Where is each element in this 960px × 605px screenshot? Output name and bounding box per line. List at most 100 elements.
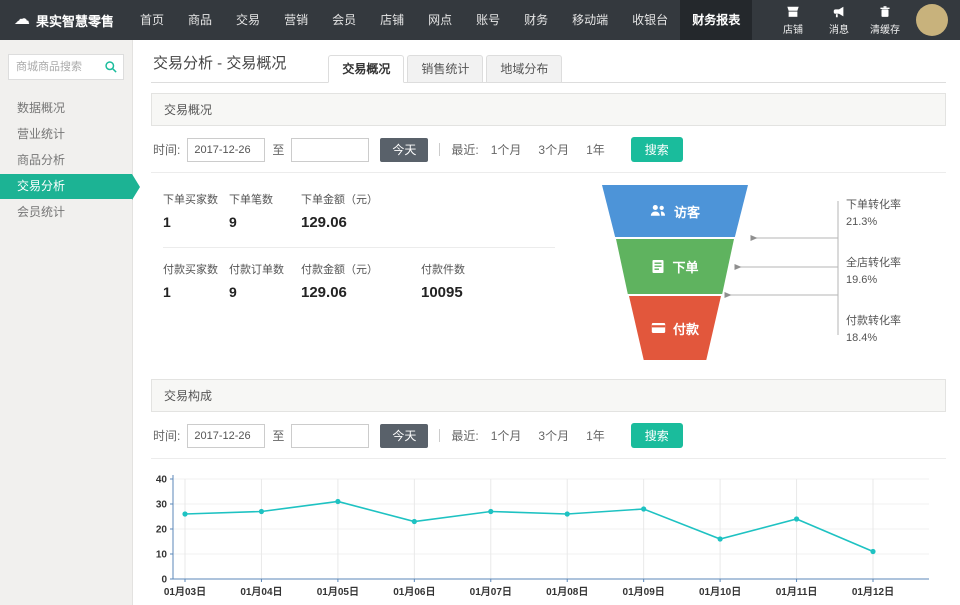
nav-item-finance-report[interactable]: 财务报表: [680, 0, 752, 40]
clear-cache-action-label: 清缓存: [870, 21, 900, 36]
stats-block: 下单买家数 1 下单笔数 9 下单金额（元） 129.06: [163, 185, 555, 363]
composition-filter-row: 时间: 至 今天 最近: 1个月 3个月 1年 搜索: [151, 412, 946, 459]
today-button[interactable]: 今天: [380, 424, 428, 448]
nav-item-goods[interactable]: 商品: [176, 0, 224, 40]
stat-pay-items: 付款件数 10095: [421, 261, 517, 301]
payment-stats-row: 付款买家数 1 付款订单数 9 付款金额（元） 129.06 付款件数: [163, 247, 555, 317]
nav-item-trade[interactable]: 交易: [224, 0, 272, 40]
stat-order-buyers: 下单买家数 1: [163, 191, 229, 231]
stat-pay-amount: 付款金额（元） 129.06: [301, 261, 421, 301]
svg-text:01月08日: 01月08日: [546, 586, 588, 598]
stat-order-amount: 下单金额（元） 129.06: [301, 191, 421, 231]
date-from-input[interactable]: [187, 138, 265, 162]
svg-text:01月04日: 01月04日: [240, 586, 282, 598]
overview-panel-header: 交易概况: [151, 93, 946, 126]
range-1-month[interactable]: 1个月: [491, 141, 522, 158]
clear-cache-icon: [878, 5, 892, 19]
nav-item-cashier[interactable]: 收银台: [620, 0, 680, 40]
date-from-input[interactable]: [187, 424, 265, 448]
filter-divider: [439, 429, 440, 442]
brand-logo[interactable]: ☁ 果实智慧零售: [0, 0, 128, 40]
tab-trade-overview[interactable]: 交易概况: [328, 55, 404, 83]
nav-item-members[interactable]: 会员: [320, 0, 368, 40]
megaphone-icon: [832, 5, 846, 19]
sidebar-item-member-stats[interactable]: 会员统计: [0, 200, 132, 225]
recent-label: 最近:: [451, 427, 478, 444]
shop-icon: [786, 5, 800, 19]
range-3-months[interactable]: 3个月: [538, 427, 569, 444]
svg-text:01月05日: 01月05日: [317, 586, 359, 598]
message-action-label: 消息: [829, 21, 849, 36]
svg-text:10: 10: [156, 550, 168, 561]
svg-text:01月07日: 01月07日: [470, 586, 512, 598]
stat-order-count: 下单笔数 9: [229, 191, 301, 231]
composition-panel-title: 交易构成: [164, 389, 212, 403]
page-header: 交易分析 - 交易概况 交易概况 销售统计 地域分布: [151, 40, 946, 83]
store-action[interactable]: 店铺: [770, 0, 816, 40]
nav-item-finance[interactable]: 财务: [512, 0, 560, 40]
conversion-pay-rate: 付款转化率 18.4%: [846, 313, 901, 346]
nav-item-shop[interactable]: 店铺: [368, 0, 416, 40]
store-action-label: 店铺: [783, 21, 803, 36]
cloud-logo-icon: ☁: [14, 12, 30, 28]
sidebar-item-trade-analysis[interactable]: 交易分析: [0, 174, 132, 199]
overview-stats-section: 下单买家数 1 下单笔数 9 下单金额（元） 129.06: [151, 173, 946, 369]
svg-text:01月10日: 01月10日: [699, 586, 741, 598]
main-nav: 首页 商品 交易 营销 会员 店铺 网点 账号 财务 移动端 收银台 财务报表: [128, 0, 752, 40]
range-1-year[interactable]: 1年: [586, 141, 605, 158]
svg-text:20: 20: [156, 525, 168, 536]
brand-name: 果实智慧零售: [36, 11, 114, 30]
main-content: 交易分析 - 交易概况 交易概况 销售统计 地域分布 交易概况 时间: 至 今天…: [133, 40, 960, 605]
sidebar-menu: 数据概况 营业统计 商品分析 交易分析 会员统计: [0, 96, 132, 225]
panel-trade-composition: 交易构成 时间: 至 今天 最近: 1个月 3个月 1年 搜索 01020304…: [151, 379, 946, 605]
range-3-months[interactable]: 3个月: [538, 141, 569, 158]
panel-trade-overview: 交易概况 时间: 至 今天 最近: 1个月 3个月 1年 搜索: [151, 93, 946, 369]
time-label: 时间:: [153, 141, 180, 158]
search-button[interactable]: 搜索: [631, 137, 683, 162]
topbar-actions: 店铺 消息 清缓存: [770, 0, 960, 40]
svg-text:01月03日: 01月03日: [164, 586, 206, 598]
overview-filter-row: 时间: 至 今天 最近: 1个月 3个月 1年 搜索: [151, 126, 946, 173]
range-1-month[interactable]: 1个月: [491, 427, 522, 444]
svg-text:01月09日: 01月09日: [623, 586, 665, 598]
composition-panel-header: 交易构成: [151, 379, 946, 412]
filter-divider: [439, 143, 440, 156]
date-to-input[interactable]: [291, 138, 369, 162]
message-action[interactable]: 消息: [816, 0, 862, 40]
svg-text:40: 40: [156, 475, 168, 486]
tab-region-distribution[interactable]: 地域分布: [486, 55, 562, 83]
range-1-year[interactable]: 1年: [586, 427, 605, 444]
search-icon[interactable]: [104, 60, 118, 74]
order-stats-row: 下单买家数 1 下单笔数 9 下单金额（元） 129.06: [163, 185, 555, 247]
svg-text:30: 30: [156, 500, 168, 511]
time-label: 时间:: [153, 427, 180, 444]
conversion-funnel: 访客 下单 付款: [564, 185, 942, 363]
tab-sales-stats[interactable]: 销售统计: [407, 55, 483, 83]
page-title: 交易分析 - 交易概况: [151, 52, 286, 82]
svg-text:01月12日: 01月12日: [852, 586, 894, 598]
conversion-store-rate: 全店转化率 19.6%: [846, 255, 901, 288]
sidebar-item-data-overview[interactable]: 数据概况: [0, 96, 132, 121]
conversion-order-rate: 下单转化率 21.3%: [846, 197, 901, 230]
nav-item-marketing[interactable]: 营销: [272, 0, 320, 40]
line-chart-svg: 01020304001月03日01月04日01月05日01月06日01月07日0…: [151, 471, 931, 605]
stat-pay-orders: 付款订单数 9: [229, 261, 301, 301]
nav-item-outlets[interactable]: 网点: [416, 0, 464, 40]
clear-cache-action[interactable]: 清缓存: [862, 0, 908, 40]
stat-pay-buyers: 付款买家数 1: [163, 261, 229, 301]
search-button[interactable]: 搜索: [631, 423, 683, 448]
user-avatar[interactable]: [916, 4, 948, 36]
svg-text:01月06日: 01月06日: [393, 586, 435, 598]
nav-item-mobile[interactable]: 移动端: [560, 0, 620, 40]
svg-text:01月11日: 01月11日: [776, 586, 818, 598]
today-button[interactable]: 今天: [380, 138, 428, 162]
sidebar-item-business-stats[interactable]: 营业统计: [0, 122, 132, 147]
overview-panel-title: 交易概况: [164, 103, 212, 117]
date-to-input[interactable]: [291, 424, 369, 448]
sidebar-search: [8, 54, 124, 80]
content-tabs: 交易概况 销售统计 地域分布: [328, 55, 565, 82]
sidebar-item-goods-analysis[interactable]: 商品分析: [0, 148, 132, 173]
nav-item-home[interactable]: 首页: [128, 0, 176, 40]
recent-label: 最近:: [451, 141, 478, 158]
nav-item-account[interactable]: 账号: [464, 0, 512, 40]
